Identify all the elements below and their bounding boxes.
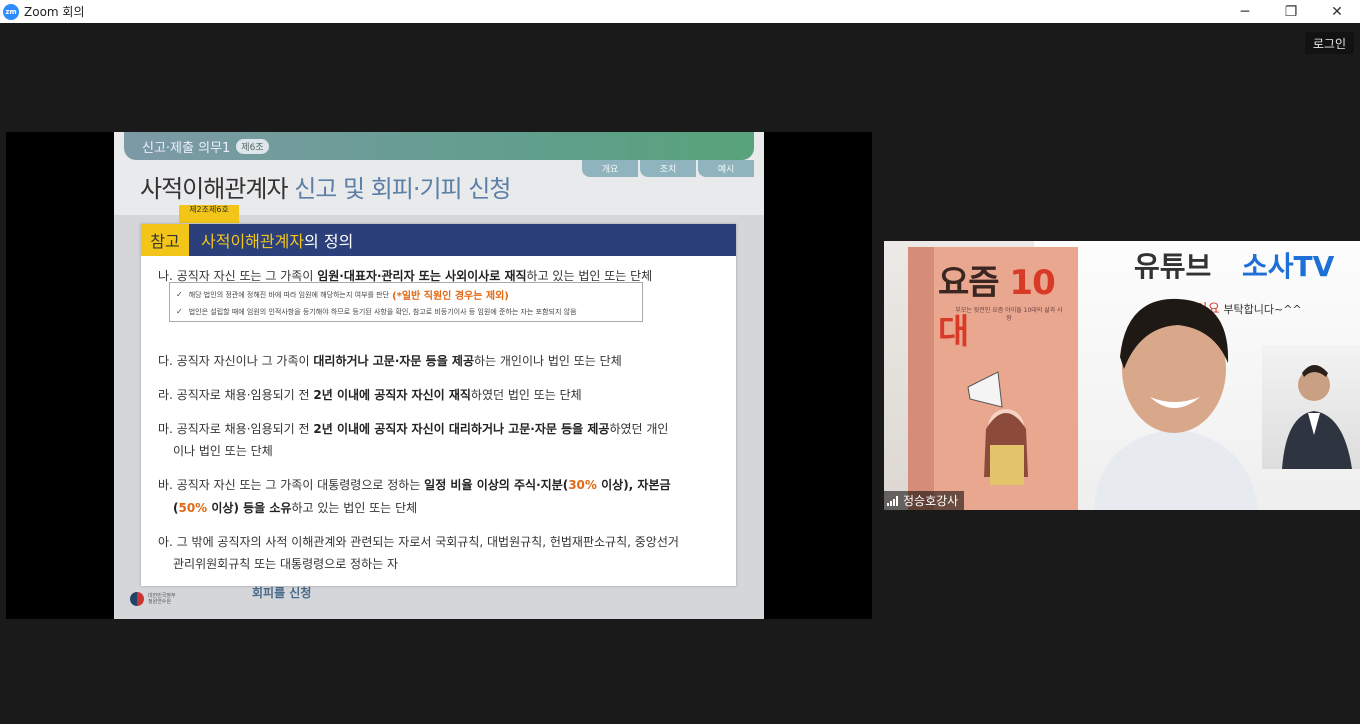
definition-item-ra: 라. 공직자로 채용·임용되기 전 2년 이내에 공직자 자신이 재직하였던 법… [158, 386, 582, 403]
text: 하고 있는 법인 또는 단체 [291, 501, 418, 515]
login-button[interactable]: 로그인 [1304, 32, 1354, 54]
note-line-1: ✓ 해당 법인의 정관에 정해진 바에 따라 임원에 해당하는지 여부를 판단 … [176, 286, 636, 303]
slide-banner: 신고·제출 의무1 제6조 [124, 132, 754, 160]
slide-title: 사적이해관계자 신고 및 회피·기피 신청 [140, 169, 511, 204]
reference-heading-highlight: 사적이해관계자 [201, 232, 305, 251]
slide-article-badge: 제6조 [236, 138, 269, 154]
org-name: 대한민국정부 정원연수원 [148, 593, 176, 605]
book-title: 요즘 10대 [938, 255, 1078, 353]
maximize-button[interactable]: ❐ [1268, 0, 1314, 23]
definition-item-ba-cont: (50% 이상) 등을 소유하고 있는 법인 또는 단체 [173, 499, 417, 516]
text: 나. 공직자 자신 또는 그 가족이 [158, 269, 318, 283]
presenter-silhouette-icon [1094, 298, 1258, 510]
slide-title-main: 사적이해관계자 [140, 175, 289, 203]
participant-video-tile[interactable]: 요즘 10대 부모는 뒷전인 요즘 아이들 10대의 삶과 사랑 유튜브 소사T… [884, 241, 1360, 510]
text: 하였던 법인 또는 단체 [470, 388, 582, 402]
book-caption: 부모는 뒷전인 요즘 아이들 10대의 삶과 사랑 [955, 307, 1063, 322]
definition-item-a-cont: 관리위원회규칙 또는 대통령령으로 정하는 자 [173, 557, 399, 571]
slide-tabs: 개요 조치 예시 [582, 160, 754, 177]
wall-photo [1262, 345, 1360, 469]
connection-signal-icon [887, 495, 898, 506]
percent-highlight: 30% [568, 478, 597, 492]
slide-title-sub: 신고 및 회피·기피 신청 [287, 175, 511, 203]
zoom-logo-icon: zm [3, 3, 19, 20]
megaphone-illustration-icon [967, 371, 1028, 485]
text: 라. 공직자로 채용·임용되기 전 [158, 388, 314, 402]
org-logo: 대한민국정부 정원연수원 [130, 592, 176, 606]
note-line-2: ✓ 법인은 설립할 때에 임원의 인적사항을 등기해야 하므로 등기된 사항을 … [176, 303, 636, 320]
definition-item-da: 다. 공직자 자신이나 그 가족이 대리하거나 고문·자문 등을 제공하는 개인… [158, 352, 622, 369]
slide-tab-example: 예시 [698, 160, 754, 177]
screen-share-view[interactable]: 신고·제출 의무1 제6조 개요 조치 예시 사적이해관계자 신고 및 회피·기… [6, 132, 872, 619]
book-spine [908, 247, 934, 510]
check-icon: ✓ [176, 290, 183, 299]
participant-name-tag: 정승호강사 [884, 491, 965, 510]
close-button[interactable]: ✕ [1314, 0, 1360, 23]
percent-highlight: 50% [178, 501, 208, 515]
reference-header: 참고 사적이해관계자의 정의 [141, 224, 736, 256]
book-title-text: 요즘 [938, 263, 1000, 303]
check-icon: ✓ [176, 307, 183, 316]
text: 다. 공직자 자신이나 그 가족이 [158, 354, 314, 368]
definition-item-ma-cont: 이나 법인 또는 단체 [173, 444, 273, 458]
text: 마. 공직자로 채용·임용되기 전 [158, 422, 314, 436]
text: 하는 개인이나 법인 또는 단체 [474, 354, 622, 368]
text-bold: 2년 이내에 공직자 자신이 재직 [313, 388, 471, 402]
meeting-stage: 로그인 신고·제출 의무1 제6조 개요 조치 예시 사적이해관계자 신고 및 … [0, 23, 1360, 724]
text-bold: 일정 비율 이상의 주식·지분( [424, 478, 569, 492]
reference-heading: 사적이해관계자의 정의 [201, 228, 353, 252]
slide-footer-text: 회피를 신청 [252, 586, 312, 600]
text-bold: 임원·대표자·관리자 또는 사외이사로 재직 [317, 269, 527, 283]
title-bar: zm Zoom 회의 ─ ❐ ✕ [0, 0, 1360, 23]
participant-name: 정승호강사 [903, 494, 959, 508]
slide-section-label: 신고·제출 의무1 [142, 140, 231, 156]
window-controls: ─ ❐ ✕ [1222, 0, 1360, 23]
slide-tab-action: 조치 [640, 160, 696, 177]
note-box: ✓ 해당 법인의 정관에 정해진 바에 따라 임원에 해당하는지 여부를 판단 … [169, 282, 643, 322]
text-bold: 대리하거나 고문·자문 등을 제공 [313, 354, 474, 368]
text-bold: 이상) 등을 소유 [207, 501, 292, 515]
text-bold: 2년 이내에 공직자 자신이 대리하거나 고문·자문 등을 제공 [313, 422, 610, 436]
book-cover: 요즘 10대 부모는 뒷전인 요즘 아이들 10대의 삶과 사랑 [908, 247, 1078, 510]
definition-item-a: 아. 그 밖에 공직자의 사적 이해관계와 관련되는 자로서 국회규칙, 대법원… [158, 535, 679, 549]
text-bold: 이상), 자본금 [596, 478, 671, 492]
article-tag: 제2조제6호 [179, 205, 239, 223]
reference-heading-rest: 의 정의 [304, 232, 354, 251]
government-emblem-icon [130, 592, 144, 606]
note-highlight: (*일반 직원인 경우는 제외) [392, 291, 509, 302]
text: 하였던 개인 [609, 422, 669, 436]
definition-item-ma: 마. 공직자로 채용·임용되기 전 2년 이내에 공직자 자신이 대리하거나 고… [158, 420, 668, 437]
text: 바. 공직자 자신 또는 그 가족이 대통령령으로 정하는 [158, 478, 425, 492]
note-text: 해당 법인의 정관에 정해진 바에 따라 임원에 해당하는지 여부를 판단 [188, 290, 390, 299]
text: 하고 있는 법인 또는 단체 [526, 269, 653, 283]
window-title: Zoom 회의 [24, 5, 85, 19]
org-name-line2: 정원연수원 [148, 599, 172, 605]
reference-box: 참고 사적이해관계자의 정의 나. 공직자 자신 또는 그 가족이 임원·대표자… [141, 224, 736, 586]
presentation-slide: 신고·제출 의무1 제6조 개요 조치 예시 사적이해관계자 신고 및 회피·기… [114, 132, 764, 619]
definition-item-ba: 바. 공직자 자신 또는 그 가족이 대통령령으로 정하는 일정 비율 이상의 … [158, 476, 671, 493]
minimize-button[interactable]: ─ [1222, 0, 1268, 23]
note-text: 법인은 설립할 때에 임원의 인적사항을 등기해야 하므로 등기된 사항을 확인… [188, 307, 577, 316]
portrait-photo-icon [1282, 365, 1352, 469]
reference-badge: 참고 [141, 224, 189, 256]
slide-tab-overview: 개요 [582, 160, 638, 177]
